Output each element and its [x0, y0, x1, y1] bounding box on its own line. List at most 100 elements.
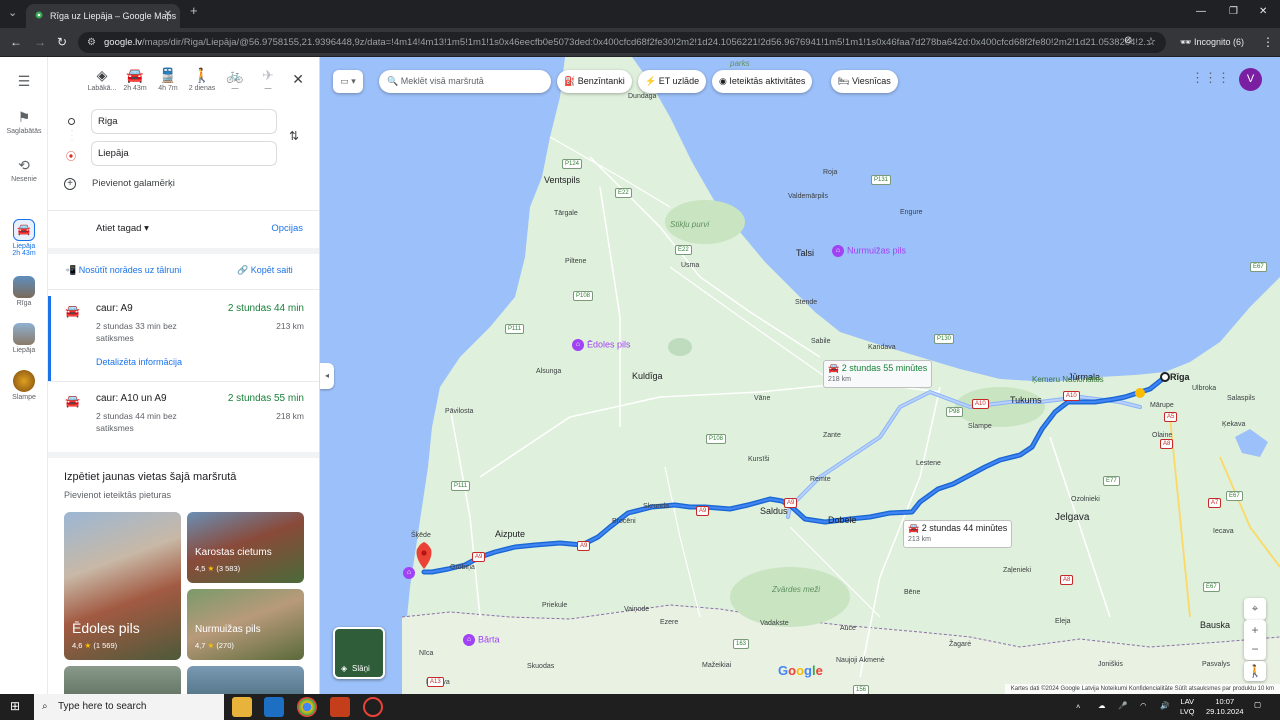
- add-destination-label: Pievienot galamērķi: [92, 178, 175, 189]
- forward-icon[interactable]: →: [34, 35, 46, 49]
- chip-gas-stations[interactable]: ⛽ Benzīntanki: [557, 70, 632, 93]
- place-card-more[interactable]: [187, 666, 304, 694]
- powerpoint-icon[interactable]: [330, 697, 350, 717]
- place-card-edole[interactable]: Ēdoles pils 4,6 ★ (1 569): [64, 512, 181, 660]
- add-destination-button[interactable]: + Pievienot galamērķi: [64, 178, 175, 190]
- restore-icon[interactable]: ❐: [1229, 6, 1238, 17]
- obs-icon[interactable]: [363, 697, 383, 717]
- place-card-nurmuiza[interactable]: Nurmuižas pils 4,7 ★ (270): [187, 589, 304, 660]
- chip-label: Viesnīcas: [851, 76, 891, 86]
- route-tooltip-alt[interactable]: 🚘 2 stundas 55 minūtes 218 km: [823, 360, 933, 388]
- address-bar[interactable]: ⚙ google.lv/maps/dir/Riga/Liepāja/@56.97…: [78, 32, 1166, 53]
- notifications-icon[interactable]: ▢: [1254, 700, 1261, 710]
- microphone-icon[interactable]: 🎤: [1118, 701, 1127, 711]
- zoom-in-button[interactable]: +: [1244, 620, 1266, 640]
- route-tooltip-main[interactable]: 🚘 2 stundas 44 minūtes 213 km: [903, 520, 1013, 548]
- layers-button[interactable]: ◈ Slāņi: [333, 627, 385, 679]
- search-along-route-input[interactable]: 🔍 Meklēt visā maršrutā: [379, 70, 551, 93]
- rail-item-liepaja[interactable]: Liepāja: [0, 323, 48, 354]
- hamburger-icon: ☰: [17, 73, 31, 89]
- poi-label: Bārta: [478, 634, 500, 645]
- depart-time-dropdown[interactable]: Atiet tagad ▾: [96, 223, 149, 234]
- bookmark-star-icon[interactable]: ☆: [1146, 35, 1156, 48]
- rail-item-active-route[interactable]: 🚘 Liepāja 2h 43m: [0, 219, 48, 257]
- camera-icon: ⌂: [403, 567, 415, 579]
- place-label: Jelgava: [1055, 512, 1090, 523]
- chip-hotels[interactable]: 🛏 Viesnīcas: [831, 70, 898, 93]
- poi-edole[interactable]: ⌂ Ēdoles pils: [572, 339, 631, 351]
- copy-link-label: Kopēt saiti: [250, 265, 293, 275]
- route-details-link[interactable]: Detalizēta informācija: [96, 357, 182, 367]
- place-card-karosta[interactable]: Karostas cietums 4,5 ★ (3 583): [187, 512, 304, 583]
- poi-liepaja[interactable]: ⌂: [403, 567, 418, 579]
- poi-nurmuiza[interactable]: ⌂ Nurmuižas pils: [832, 245, 906, 257]
- mode-transit[interactable]: 🚆 4h 7m: [151, 67, 185, 92]
- road-shield: E67: [1203, 582, 1220, 592]
- windows-start-icon[interactable]: ⊞: [10, 699, 20, 713]
- new-tab-icon[interactable]: +: [190, 3, 198, 18]
- route-option-1[interactable]: 🚘 caur: A9 2 stundas 44 min 2 stundas 33…: [48, 296, 319, 381]
- destination-input[interactable]: Liepāja: [91, 141, 277, 166]
- place-label: Nīca: [419, 650, 434, 657]
- origin-input[interactable]: Riga: [91, 109, 277, 134]
- poi-barta[interactable]: ⌂ Bārta: [463, 634, 500, 646]
- rail-item-riga[interactable]: Rīga: [0, 276, 48, 307]
- minimize-icon[interactable]: —: [1196, 6, 1206, 17]
- send-to-phone-link[interactable]: 📲 Nosūtīt norādes uz tālruni: [65, 265, 181, 276]
- account-avatar[interactable]: V: [1239, 68, 1262, 91]
- saved-button[interactable]: ⚑ Saglabātās: [0, 109, 48, 135]
- route-option-2[interactable]: 🚘 caur: A10 un A9 2 stundas 55 min 2 stu…: [48, 382, 319, 452]
- mode-walking[interactable]: 🚶 2 dienas: [185, 67, 219, 92]
- star-icon: ★: [207, 641, 215, 650]
- place-label: Kandava: [868, 344, 896, 351]
- volume-icon[interactable]: 🔊: [1160, 701, 1169, 711]
- reload-icon[interactable]: ↻: [57, 35, 67, 49]
- tab-search-icon[interactable]: ⌄: [8, 6, 17, 19]
- star-icon: ★: [84, 641, 92, 650]
- map-type-toggle[interactable]: ▭ ▾: [333, 70, 363, 93]
- clock[interactable]: 10:07 29.10.2024: [1206, 697, 1244, 717]
- rail-item-slampe[interactable]: Slampe: [0, 370, 48, 401]
- map-footer: Kartes dati ©2024 Google Latvija Noteiku…: [1004, 684, 1280, 694]
- my-location-button[interactable]: ⌖: [1244, 598, 1266, 620]
- place-card-more[interactable]: [64, 666, 181, 694]
- mode-driving[interactable]: 🚘 2h 43m: [118, 67, 152, 92]
- wifi-icon[interactable]: ◠: [1140, 701, 1147, 711]
- mode-best[interactable]: ◈ Labākā...: [85, 67, 119, 92]
- tray-expand-icon[interactable]: ˄: [1076, 702, 1080, 712]
- zoom-out-button[interactable]: −: [1244, 640, 1266, 660]
- camera-icon: ⌂: [832, 245, 844, 257]
- file-explorer-icon[interactable]: [232, 697, 252, 717]
- back-icon[interactable]: ←: [10, 35, 22, 49]
- incognito-indicator[interactable]: 🕶 Incognito (6): [1180, 37, 1244, 48]
- close-directions-icon[interactable]: ✕: [292, 71, 304, 88]
- taskbar-search[interactable]: ⌕ Type here to search: [34, 694, 224, 720]
- cloud-icon[interactable]: ☁: [1098, 701, 1106, 711]
- google-logo: Google: [778, 663, 823, 678]
- browser-tab[interactable]: Rīga uz Liepāja – Google Maps ✕: [26, 4, 180, 28]
- mode-flight[interactable]: ✈ —: [251, 67, 285, 92]
- chrome-menu-icon[interactable]: ⋮: [1262, 35, 1274, 49]
- copy-link-button[interactable]: 🔗 Kopēt saiti: [237, 265, 293, 276]
- language-indicator[interactable]: LAV LVQ: [1180, 697, 1194, 717]
- directions-panel: ◈ Labākā... 🚘 2h 43m 🚆 4h 7m 🚶 2 dienas 🚲 — ✈…: [48, 57, 320, 694]
- recent-button[interactable]: ⟲ Nesenie: [0, 157, 48, 183]
- map-canvas[interactable]: Rīga Jelgava Jūrmala Saldus Kuldīga Tals…: [320, 57, 1280, 694]
- site-info-icon[interactable]: ⚙: [87, 32, 96, 53]
- apps-grid-icon[interactable]: ⋮⋮⋮: [1191, 70, 1230, 86]
- street-view-pegman[interactable]: 🚶: [1244, 661, 1266, 681]
- place-label: Talsi: [796, 248, 815, 258]
- close-tab-icon[interactable]: ✕: [164, 9, 172, 20]
- chip-activities[interactable]: ◉ Ieteiktās aktivitātes: [712, 70, 813, 93]
- collapse-panel-button[interactable]: ◂: [320, 363, 334, 389]
- menu-button[interactable]: ☰: [0, 73, 48, 92]
- chrome-taskbar-icon[interactable]: [297, 697, 317, 717]
- eye-off-icon[interactable]: ⊘: [1124, 35, 1132, 46]
- mode-cycling[interactable]: 🚲 —: [218, 67, 252, 92]
- chip-ev-charging[interactable]: ⚡ ET uzlāde: [638, 70, 707, 93]
- photos-app-icon[interactable]: [264, 697, 284, 717]
- layers-label: Slāņi: [352, 664, 370, 673]
- swap-icon[interactable]: ⇅: [289, 129, 299, 143]
- close-window-icon[interactable]: ✕: [1259, 6, 1267, 17]
- options-button[interactable]: Opcijas: [271, 223, 303, 234]
